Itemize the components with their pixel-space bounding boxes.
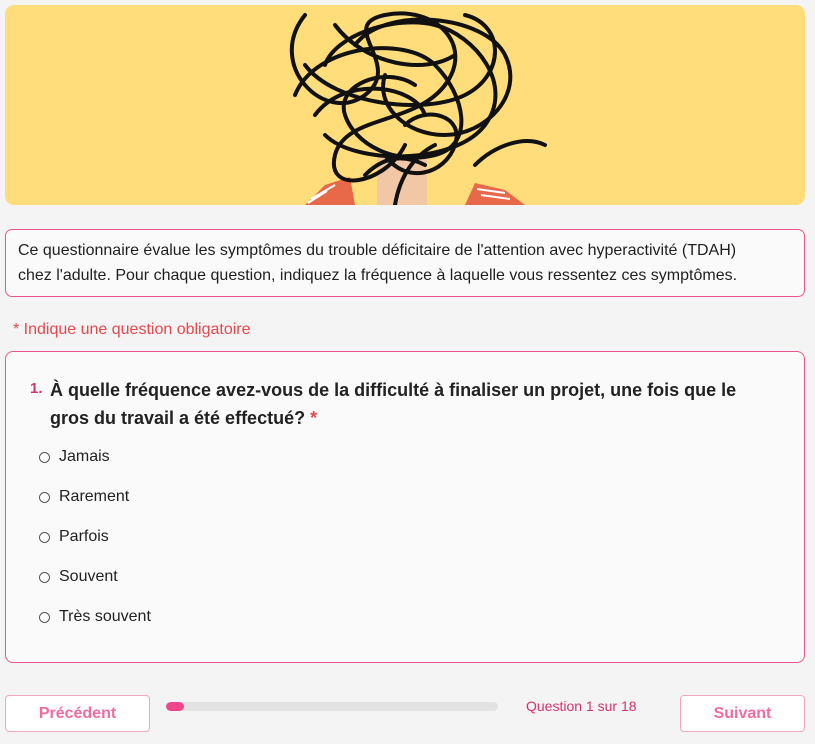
answer-options: Jamais Rarement Parfois Souvent Très sou…: [39, 448, 151, 650]
next-button[interactable]: Suivant: [680, 695, 805, 732]
progress-bar: [166, 702, 498, 711]
required-marker: *: [310, 408, 318, 428]
questionnaire-page: Ce questionnaire évalue les symptômes du…: [0, 0, 815, 744]
option-parfois[interactable]: Parfois: [39, 517, 151, 557]
option-label: Rarement: [59, 488, 130, 505]
progress-text: Question 1 sur 18: [526, 698, 637, 714]
option-label: Jamais: [59, 448, 110, 465]
option-rarement[interactable]: Rarement: [39, 477, 151, 517]
intro-line-1: Ce questionnaire évalue les symptômes du…: [18, 242, 737, 259]
header-illustration: [5, 5, 805, 205]
radio-unchecked-icon[interactable]: [39, 531, 50, 543]
radio-unchecked-icon[interactable]: [39, 611, 50, 623]
intro-line-2: chez l'adulte. Pour chaque question, ind…: [18, 267, 738, 284]
question-text: À quelle fréquence avez-vous de la diffi…: [50, 376, 780, 432]
question-number: 1.: [30, 380, 43, 397]
question-text-line-1: À quelle fréquence avez-vous de la diffi…: [50, 380, 737, 400]
question-text-line-2: gros du travail a été effectué? *: [50, 404, 780, 432]
radio-unchecked-icon[interactable]: [39, 571, 50, 583]
option-label: Souvent: [59, 568, 118, 585]
radio-unchecked-icon[interactable]: [39, 451, 50, 463]
question-text-line-2-body: gros du travail a été effectué?: [50, 408, 306, 428]
previous-button[interactable]: Précédent: [5, 695, 150, 732]
progress-bar-fill: [166, 702, 185, 711]
radio-unchecked-icon[interactable]: [39, 491, 50, 503]
question-card: 1. À quelle fréquence avez-vous de la di…: [5, 351, 805, 663]
tangled-head-illustration: [290, 11, 547, 205]
option-label: Très souvent: [59, 608, 151, 625]
option-tres-souvent[interactable]: Très souvent: [39, 597, 151, 637]
option-label: Parfois: [59, 528, 109, 545]
option-souvent[interactable]: Souvent: [39, 557, 151, 597]
required-note: * Indique une question obligatoire: [13, 321, 251, 338]
option-jamais[interactable]: Jamais: [39, 437, 151, 477]
intro-description: Ce questionnaire évalue les symptômes du…: [5, 229, 805, 297]
